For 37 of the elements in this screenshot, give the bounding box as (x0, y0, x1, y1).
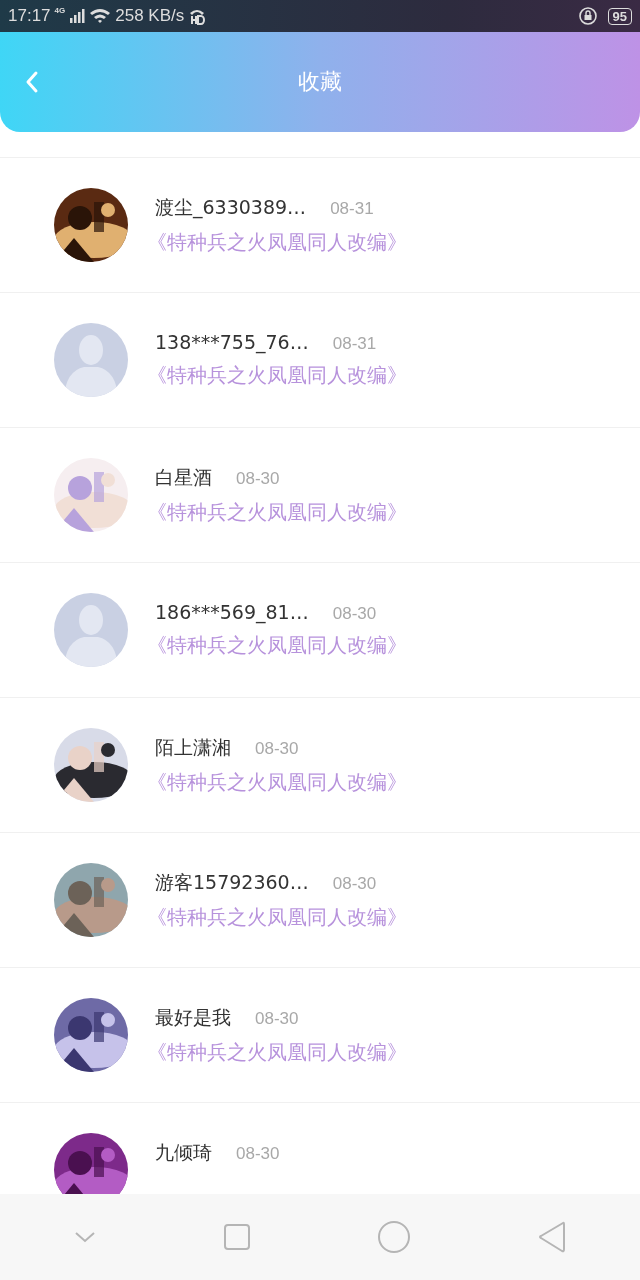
date: 08-30 (332, 873, 377, 894)
favorite-item[interactable]: 白星酒 08-30 《特种兵之火凤凰同人改编》 (0, 427, 640, 562)
favorite-item[interactable]: 陌上潇湘 08-30 《特种兵之火凤凰同人改编》 (0, 697, 640, 832)
wifi-icon (89, 8, 112, 24)
user-name: 138***755_76… (155, 331, 309, 353)
date: 08-31 (330, 198, 374, 219)
rotation-lock-icon (577, 6, 598, 26)
favorite-item[interactable]: 186***569_81… 08-30 《特种兵之火凤凰同人改编》 (0, 562, 640, 697)
favorite-item[interactable]: 最好是我 08-30 《特种兵之火凤凰同人改编》 (0, 967, 640, 1102)
user-name: 186***569_81… (155, 601, 309, 623)
page-title: 收藏 (297, 68, 343, 96)
user-name: 游客15792360… (155, 869, 309, 895)
user-name: 陌上潇湘 (155, 734, 231, 760)
recent-apps-icon[interactable] (223, 1223, 251, 1251)
collapse-icon[interactable] (73, 1229, 97, 1245)
battery-level: 95 (607, 7, 632, 25)
back-nav-icon[interactable] (537, 1220, 567, 1254)
user-name: 白星酒 (155, 464, 212, 490)
user-name: 最好是我 (155, 1004, 231, 1030)
date: 08-30 (332, 604, 377, 624)
date: 08-30 (236, 468, 280, 489)
favorite-item[interactable]: 渡尘_6330389… 08-31 《特种兵之火凤凰同人改编》 (0, 157, 640, 292)
date: 08-31 (332, 334, 377, 354)
date: 08-30 (255, 1008, 299, 1029)
hd-call-icon (188, 7, 207, 25)
user-name: 渡尘_6330389… (155, 194, 307, 221)
user-name: 九倾琦 (155, 1140, 212, 1165)
date: 08-30 (255, 738, 299, 759)
favorite-item[interactable]: 138***755_76… 08-31 《特种兵之火凤凰同人改编》 (0, 292, 640, 427)
home-icon[interactable] (377, 1220, 411, 1254)
network-speed: 258 KB/s (115, 6, 185, 26)
favorite-item[interactable]: 游客15792360… 08-30 《特种兵之火凤凰同人改编》 (0, 832, 640, 967)
back-icon[interactable] (24, 70, 40, 94)
network-type: 4G (54, 6, 66, 15)
date: 08-30 (236, 1144, 280, 1164)
clock: 17:17 (8, 6, 51, 26)
signal-icon (69, 8, 86, 24)
